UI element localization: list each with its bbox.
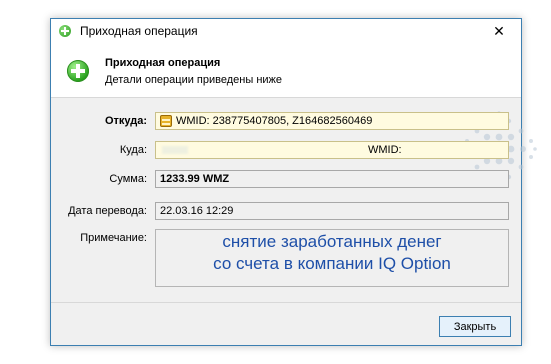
- redacted-name: [162, 146, 188, 154]
- date-label: Дата перевода:: [68, 205, 147, 217]
- header-subtitle: Детали операции приведены ниже: [105, 74, 283, 86]
- note-line-1: снятие заработанных денег: [222, 232, 442, 251]
- note-label: Примечание:: [80, 232, 147, 244]
- header-title: Приходная операция: [105, 57, 221, 69]
- close-button[interactable]: Закрыть: [439, 316, 511, 337]
- wallet-icon: [160, 115, 172, 127]
- add-circle-icon: [67, 60, 89, 82]
- note-line-2: со счета в компании IQ Option: [213, 254, 451, 273]
- amount-label: Сумма:: [109, 173, 147, 185]
- to-field[interactable]: WMID:: [155, 141, 509, 159]
- window-title: Приходная операция: [80, 24, 198, 38]
- to-value: WMID:: [368, 144, 402, 156]
- note-field: снятие заработанных денег со счета в ком…: [155, 229, 509, 287]
- from-label: Откуда:: [104, 115, 147, 127]
- from-field[interactable]: WMID: 238775407805, Z164682560469: [155, 112, 509, 130]
- footer-divider: [51, 302, 521, 303]
- window-close-button[interactable]: ✕: [477, 19, 521, 43]
- from-value: WMID: 238775407805, Z164682560469: [176, 115, 373, 127]
- to-label: Куда:: [119, 144, 147, 156]
- amount-field: 1233.99 WMZ: [155, 170, 509, 188]
- title-bar: Приходная операция ✕: [51, 19, 521, 43]
- dialog-window: Приходная операция ✕ Приходная операция …: [50, 18, 537, 346]
- dialog-header: Приходная операция Детали операции приве…: [51, 43, 521, 98]
- date-field: 22.03.16 12:29: [155, 202, 509, 220]
- add-circle-icon: [59, 25, 71, 37]
